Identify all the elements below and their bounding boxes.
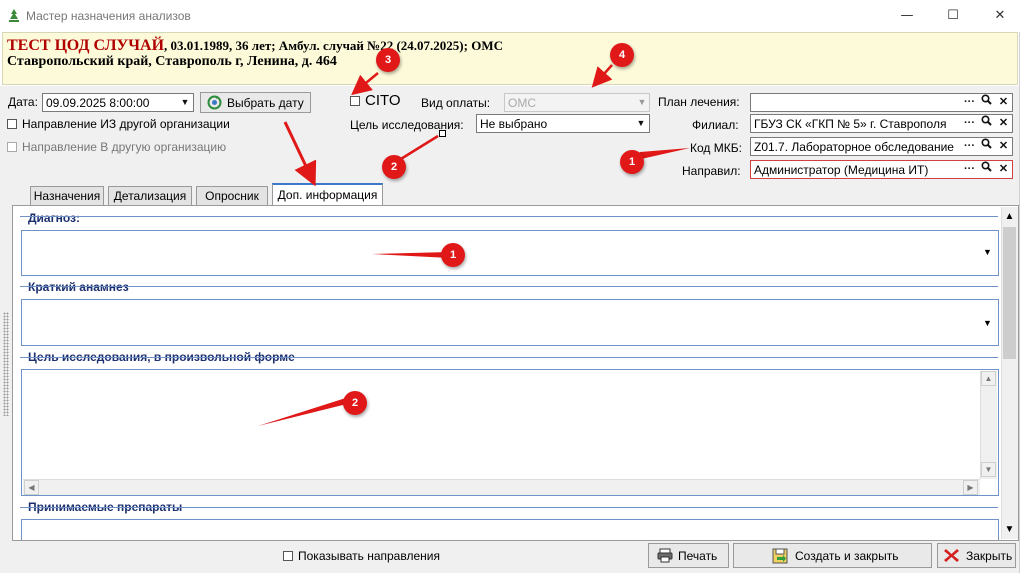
- annotation-badge: 4: [610, 43, 634, 67]
- annotation-badge: 1: [620, 150, 644, 174]
- annotation-arrows: [258, 64, 690, 426]
- annotation-badge: 2: [343, 391, 367, 415]
- annotation-badge: 3: [376, 48, 400, 72]
- annotation-badge: 1: [441, 243, 465, 267]
- annotation-badge: 2: [382, 155, 406, 179]
